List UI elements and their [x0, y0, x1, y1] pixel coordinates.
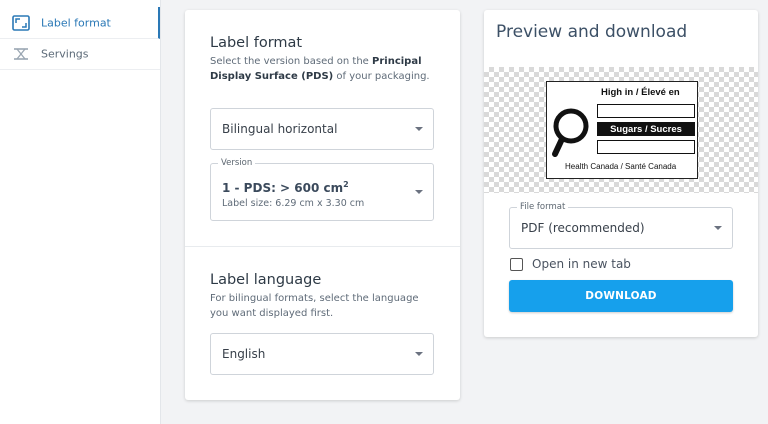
label-preview-area: High in / Élevé en Sugars / Sucres Healt… [484, 67, 758, 193]
sidebar-item-servings[interactable]: Servings [0, 39, 160, 70]
label-settings-card: Label format Select the version based on… [185, 10, 460, 400]
label-format-select[interactable]: Bilingual horizontal [210, 108, 434, 150]
label-format-select-value: Bilingual horizontal [222, 122, 338, 136]
file-format-select[interactable]: File format PDF (recommended) [509, 202, 733, 249]
open-new-tab-checkbox[interactable] [510, 258, 523, 271]
chevron-down-icon [415, 127, 423, 131]
label-format-title: Label format [210, 35, 303, 51]
fop-nutrient-box: Sugars / Sucres [597, 122, 695, 136]
fop-empty-box [597, 140, 695, 154]
sidebar-item-label: Servings [41, 47, 89, 61]
label-language-description: For bilingual formats, select the langua… [210, 293, 419, 319]
label-language-select-value: English [222, 347, 266, 361]
sidebar-item-label-format[interactable]: Label format [0, 7, 160, 39]
version-select[interactable]: Version 1 - PDS: > 600 cm2 Label size: 6… [210, 158, 434, 221]
file-format-legend: File format [517, 202, 569, 213]
chevron-down-icon [415, 352, 423, 356]
label-language-title: Label language [210, 272, 322, 288]
divider [185, 246, 460, 247]
fop-nutrient-text: Sugars / Sucres [610, 124, 682, 135]
label-format-description: Select the version based on the Principa… [210, 56, 430, 82]
aspect-ratio-icon [12, 14, 30, 31]
chevron-down-icon [714, 226, 722, 230]
sidebar-item-label: Label format [41, 16, 111, 29]
front-of-package-label-preview: High in / Élevé en Sugars / Sucres Healt… [546, 81, 698, 179]
fop-footer: Health Canada / Santé Canada [565, 162, 677, 171]
fop-heading: High in / Élevé en [601, 87, 680, 98]
preview-download-card: Preview and download High in / Élevé en … [484, 10, 758, 337]
file-format-value: PDF (recommended) [521, 221, 645, 235]
download-button[interactable]: DOWNLOAD [509, 280, 733, 312]
servings-icon [12, 46, 30, 62]
chevron-down-icon [415, 190, 423, 194]
sidebar: Label format Servings [0, 0, 161, 424]
magnifying-glass-icon [552, 108, 589, 157]
version-value: 1 - PDS: > 600 cm2 [222, 180, 349, 195]
open-new-tab-label[interactable]: Open in new tab [532, 257, 631, 271]
preview-title: Preview and download [496, 22, 688, 42]
version-legend: Version [218, 158, 256, 169]
label-language-select[interactable]: English [210, 333, 434, 375]
fop-empty-box [597, 104, 695, 118]
version-label-size: Label size: 6.29 cm x 3.30 cm [222, 198, 365, 209]
